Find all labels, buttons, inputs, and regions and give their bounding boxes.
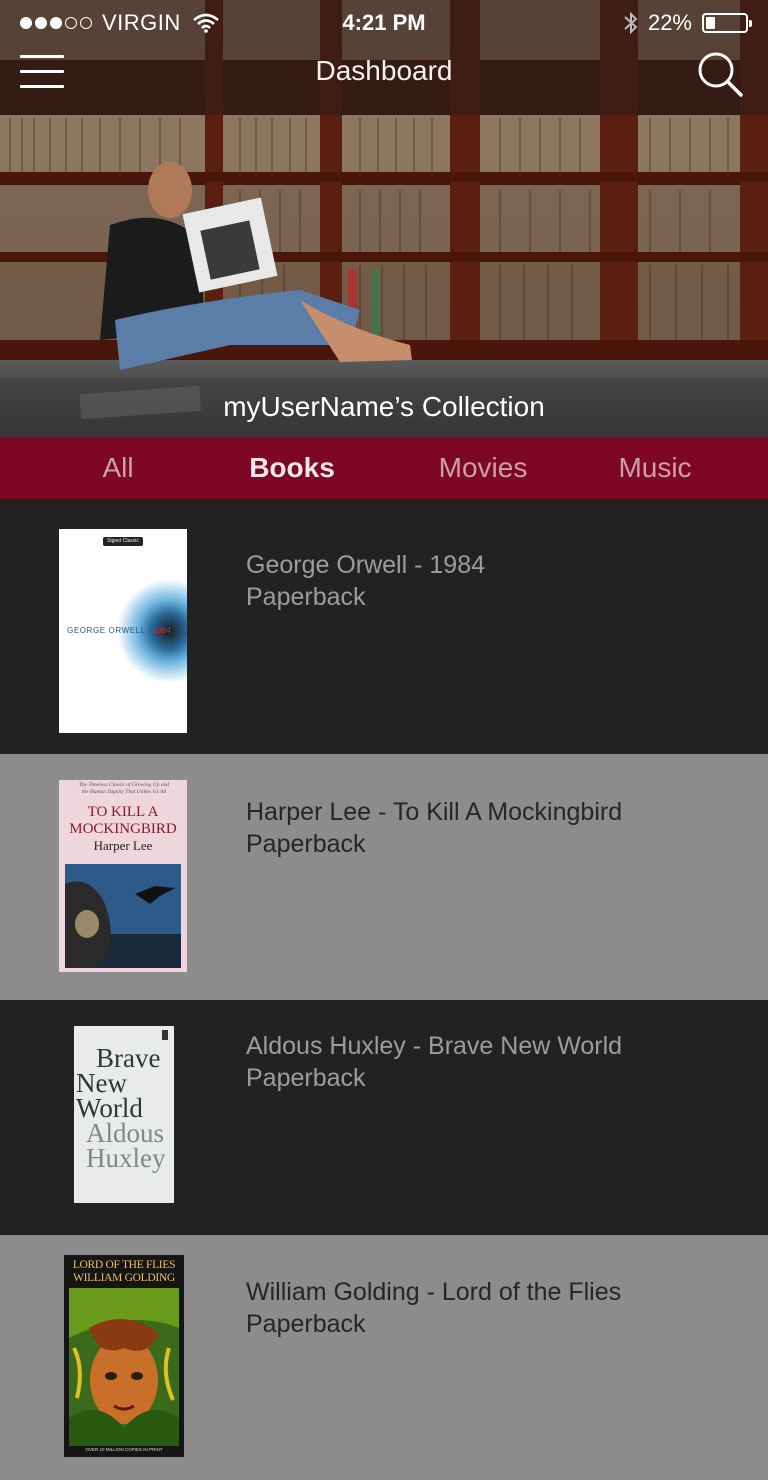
cover-publisher: Signet Classic <box>107 538 139 544</box>
item-format: Paperback <box>246 1064 366 1092</box>
item-format: Paperback <box>246 1310 366 1338</box>
status-right: 22% <box>624 10 752 36</box>
book-cover-mockingbird: The Timeless Classic of Growing Up and t… <box>59 780 187 972</box>
collection-caption: myUserName’s Collection <box>0 378 768 438</box>
tab-all[interactable]: All <box>58 438 178 499</box>
item-format: Paperback <box>246 830 366 858</box>
item-text: George Orwell - 1984 Paperback <box>246 549 485 613</box>
book-cover-lord-of-the-flies: LORD OF THE FLIES WILLIAM GOLDING OVER 1… <box>64 1255 184 1457</box>
item-format: Paperback <box>246 583 366 611</box>
bluetooth-icon <box>624 11 638 35</box>
category-tabs: All Books Movies Music <box>0 438 768 499</box>
list-item-lord-of-the-flies[interactable]: LORD OF THE FLIES WILLIAM GOLDING OVER 1… <box>0 1235 768 1480</box>
list-item-brave-new-world[interactable]: Brave New World Aldous Huxley Aldous Hux… <box>0 1000 768 1235</box>
cover-art <box>69 1288 179 1446</box>
battery-icon <box>702 13 752 33</box>
page-title: Dashboard <box>315 55 453 86</box>
cover-title: TO KILL A MOCKINGBIRD <box>69 804 177 837</box>
cover-author: GEORGE ORWELL <box>67 626 146 635</box>
cover-author: Harper Lee <box>93 838 153 853</box>
item-title: Harper Lee - To Kill A Mockingbird <box>246 798 623 826</box>
cover-title: LORD OF THE FLIES WILLIAM GOLDING <box>72 1259 176 1284</box>
search-button[interactable] <box>696 50 744 98</box>
cover-art <box>65 864 181 968</box>
hero-banner: VIRGIN 4:21 PM 22% Dashboard myUserName’… <box>0 0 768 438</box>
cover-tagline: The Timeless Classic of Growing Up and t… <box>78 782 170 795</box>
list-item-1984[interactable]: Signet Classic GEORGE ORWELL 1984 George… <box>0 499 768 754</box>
search-icon <box>698 52 743 97</box>
battery-percent: 22% <box>647 10 692 35</box>
item-title: Aldous Huxley - Brave New World <box>246 1032 623 1060</box>
item-text: Harper Lee - To Kill A Mockingbird Paper… <box>246 796 622 860</box>
tab-music[interactable]: Music <box>590 438 720 499</box>
book-cover-1984: Signet Classic GEORGE ORWELL 1984 <box>59 529 187 733</box>
item-title: William Golding - Lord of the Flies <box>246 1278 622 1306</box>
tab-books[interactable]: Books <box>222 438 362 499</box>
item-text: William Golding - Lord of the Flies Pape… <box>246 1276 621 1340</box>
cover-number: 1984 <box>153 626 171 635</box>
item-text: Aldous Huxley - Brave New World Paperbac… <box>246 1030 622 1094</box>
cover-title: Brave New World Aldous Huxley <box>76 1043 166 1173</box>
tab-movies[interactable]: Movies <box>413 438 553 499</box>
publisher-logo <box>162 1030 168 1040</box>
status-bar: VIRGIN 4:21 PM 22% <box>0 0 768 48</box>
list-item-mockingbird[interactable]: The Timeless Classic of Growing Up and t… <box>0 754 768 1000</box>
item-title: George Orwell - 1984 <box>246 551 486 579</box>
book-cover-brave-new-world: Brave New World Aldous Huxley <box>74 1026 174 1203</box>
cover-footer: OVER 10 MILLION COPIES IN PRINT <box>85 1447 163 1452</box>
